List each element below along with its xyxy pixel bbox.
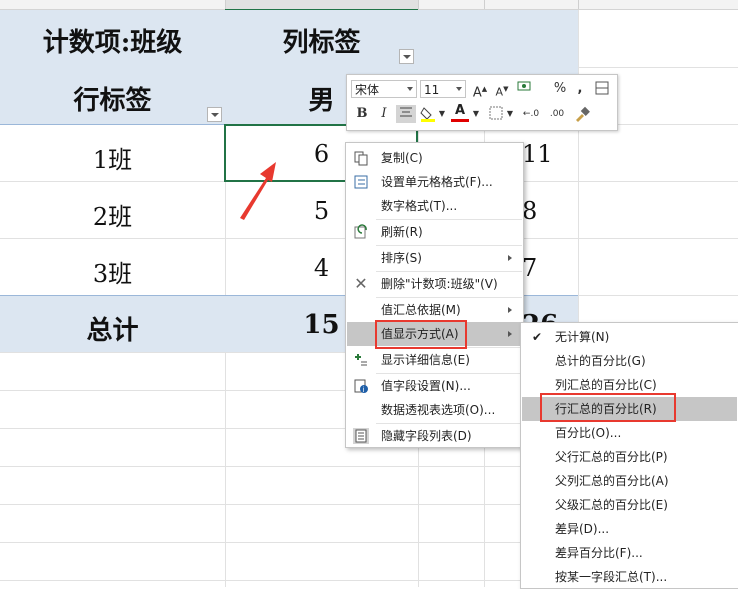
- submenu-arrow-icon: [508, 331, 512, 337]
- font-name-select[interactable]: 宋体: [351, 80, 417, 98]
- fill-color-dropdown-icon[interactable]: ▼: [437, 105, 447, 123]
- menu-item-sort[interactable]: 排序(S): [347, 246, 522, 270]
- percent-style-icon[interactable]: %: [551, 80, 569, 98]
- pivot-value-field-label[interactable]: 计数项:班级: [0, 22, 225, 59]
- font-color-dropdown-icon[interactable]: ▼: [471, 105, 481, 123]
- menu-item-copy[interactable]: 复制(C): [347, 146, 522, 170]
- submenu-percent-of-parent-total[interactable]: 父级汇总的百分比(E): [522, 493, 737, 517]
- checkmark-icon: ✔: [532, 330, 543, 344]
- column-filter-dropdown[interactable]: [399, 49, 414, 64]
- submenu-arrow-icon: [508, 255, 512, 261]
- menu-item-pivot-options[interactable]: 数据透视表选项(O)...: [347, 398, 522, 422]
- decrease-decimal-icon[interactable]: .00: [545, 105, 569, 123]
- comma-style-icon[interactable]: ,: [571, 80, 589, 98]
- submenu-arrow-icon: [508, 307, 512, 313]
- show-values-as-submenu: ✔ 无计算(N) 总计的百分比(G) 列汇总的百分比(C) 行汇总的百分比(R)…: [520, 322, 738, 589]
- field-settings-icon: i: [353, 378, 369, 394]
- column-header-strip: [0, 0, 738, 11]
- submenu-percent-difference-from[interactable]: 差异百分比(F)...: [522, 541, 737, 565]
- font-color-icon[interactable]: A: [451, 103, 469, 122]
- menu-item-hide-field-list[interactable]: 隐藏字段列表(D): [347, 424, 522, 448]
- copy-icon: [353, 150, 369, 166]
- borders-dropdown-icon[interactable]: ▼: [505, 105, 515, 123]
- align-center-icon[interactable]: [396, 105, 416, 123]
- submenu-running-total-in[interactable]: 按某一字段汇总(T)...: [522, 565, 737, 589]
- accounting-format-icon[interactable]: [515, 80, 537, 98]
- grow-font-icon[interactable]: A▲: [471, 80, 489, 100]
- pivot-row-labels[interactable]: 行标签: [0, 80, 225, 117]
- annotation-highlight-show-values-as: [375, 320, 467, 349]
- menu-item-refresh[interactable]: 刷新(R): [347, 220, 522, 244]
- menu-item-show-details[interactable]: 显示详细信息(E): [347, 348, 522, 372]
- menu-item-value-field-settings[interactable]: i 值字段设置(N)...: [347, 374, 522, 398]
- format-painter-icon[interactable]: [573, 105, 591, 123]
- grand-total-label[interactable]: 总计: [0, 310, 225, 347]
- row-filter-dropdown[interactable]: [207, 107, 222, 122]
- annotation-arrow-cell: [240, 162, 276, 220]
- menu-item-delete-field[interactable]: ✕ 删除"计数项:班级"(V): [347, 272, 522, 296]
- fill-color-icon[interactable]: [419, 105, 437, 123]
- field-list-icon: [353, 428, 369, 444]
- increase-decimal-icon[interactable]: ←.0: [519, 105, 543, 123]
- italic-button[interactable]: I: [375, 105, 393, 123]
- row-label-3[interactable]: 3班: [0, 254, 225, 289]
- svg-text:i: i: [363, 386, 365, 394]
- format-painter-grid-icon[interactable]: [593, 80, 611, 98]
- annotation-highlight-row-total: [540, 393, 676, 422]
- format-cells-icon: [353, 174, 369, 190]
- delete-x-icon: ✕: [354, 274, 368, 293]
- context-menu: 复制(C) 设置单元格格式(F)... 数字格式(T)... 刷新(R) 排序(…: [345, 142, 524, 448]
- menu-item-number-format[interactable]: 数字格式(T)...: [347, 194, 522, 218]
- pivot-column-labels[interactable]: 列标签: [225, 22, 418, 59]
- bold-button[interactable]: B: [353, 105, 371, 123]
- show-details-icon: [353, 352, 369, 368]
- borders-icon[interactable]: [487, 105, 505, 123]
- refresh-icon: [353, 224, 369, 240]
- menu-item-format-cells[interactable]: 设置单元格格式(F)...: [347, 170, 522, 194]
- submenu-no-calculation[interactable]: ✔ 无计算(N): [522, 325, 737, 349]
- row-label-1[interactable]: 1班: [0, 140, 225, 175]
- menu-item-summarize-by[interactable]: 值汇总依据(M): [347, 298, 522, 322]
- row-label-2[interactable]: 2班: [0, 197, 225, 232]
- mini-format-toolbar: 宋体 11 A▲ A▼ % , B I ▼ A ▼ ▼ ←.0 .00: [346, 74, 618, 131]
- shrink-font-icon[interactable]: A▼: [493, 80, 511, 99]
- font-size-select[interactable]: 11: [420, 80, 466, 98]
- submenu-percent-of-parent-row[interactable]: 父行汇总的百分比(P): [522, 445, 737, 469]
- submenu-percent-of-grand-total[interactable]: 总计的百分比(G): [522, 349, 737, 373]
- submenu-percent-of[interactable]: 百分比(O)...: [522, 421, 737, 445]
- submenu-difference-from[interactable]: 差异(D)...: [522, 517, 737, 541]
- submenu-percent-of-parent-column[interactable]: 父列汇总的百分比(A): [522, 469, 737, 493]
